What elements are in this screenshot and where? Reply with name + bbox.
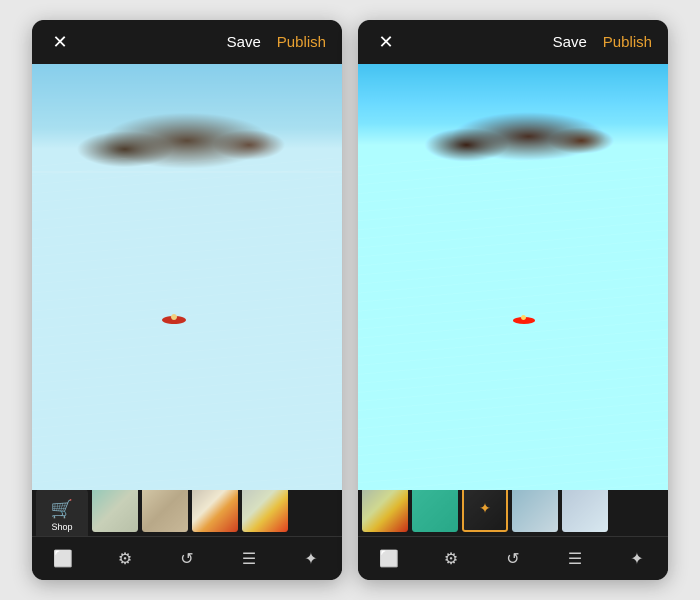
left-kayak: [162, 316, 186, 328]
right-filter-m3[interactable]: M3: [512, 490, 558, 536]
right-menu-button[interactable]: ☰: [555, 539, 595, 579]
right-filter-g3[interactable]: G3: [412, 490, 458, 536]
right-thumb-m3-img: [512, 490, 558, 532]
right-thumb-g3-img: [412, 490, 458, 532]
right-photo-area: [358, 64, 668, 490]
right-close-button[interactable]: ✕: [374, 32, 398, 53]
right-filter-jm1[interactable]: ✦ JM1: [462, 490, 508, 536]
left-water-texture: [32, 158, 342, 490]
right-filter-m5[interactable]: M5: [562, 490, 608, 536]
right-publish-button[interactable]: Publish: [603, 34, 652, 51]
left-actions: Save Publish: [227, 34, 326, 51]
right-kayak: [513, 317, 535, 328]
left-phone: ✕ Save Publish 🛒 Shop —: [32, 20, 342, 580]
left-shop-button[interactable]: 🛒 Shop: [36, 490, 88, 536]
left-bottom-toolbar: ⬜ ⚙ ↺ ☰ ✦: [32, 536, 342, 580]
left-thumb-original-img: [92, 490, 138, 532]
shop-label: Shop: [51, 522, 72, 532]
left-rotate-button[interactable]: ↺: [167, 539, 207, 579]
left-top-bar: ✕ Save Publish: [32, 20, 342, 64]
left-filter-b5[interactable]: B5: [192, 490, 238, 536]
cart-icon: 🛒: [51, 499, 73, 520]
right-photo: [358, 64, 668, 490]
right-top-bar: ✕ Save Publish: [358, 20, 668, 64]
right-bottom-toolbar: ⬜ ⚙ ↺ ☰ ✦: [358, 536, 668, 580]
right-rotate-button[interactable]: ↺: [493, 539, 533, 579]
right-filter-thumbs: C1 G3 ✦ JM1 M3: [358, 490, 668, 536]
right-adjust-button[interactable]: ⚙: [431, 539, 471, 579]
right-frame-button[interactable]: ⬜: [369, 539, 409, 579]
left-close-button[interactable]: ✕: [48, 32, 72, 53]
left-publish-button[interactable]: Publish: [277, 34, 326, 51]
left-filter-original[interactable]: —: [92, 490, 138, 536]
right-filter-c1[interactable]: C1: [362, 490, 408, 536]
right-thumb-jm1-img: ✦: [462, 490, 508, 532]
left-photo-area: [32, 64, 342, 490]
right-thumb-m5-img: [562, 490, 608, 532]
right-thumb-c1-img: [362, 490, 408, 532]
left-thumb-b1-img: [142, 490, 188, 532]
left-thumb-c1-img: [242, 490, 288, 532]
left-star-button[interactable]: ✦: [291, 539, 331, 579]
right-phone: ✕ Save Publish C1 G3: [358, 20, 668, 580]
left-thumb-b5-img: [192, 490, 238, 532]
right-star-button[interactable]: ✦: [617, 539, 657, 579]
left-photo: [32, 64, 342, 490]
left-adjust-button[interactable]: ⚙: [105, 539, 145, 579]
left-filter-thumbs: 🛒 Shop — B1 B5 C1: [32, 490, 342, 536]
left-filter-b1[interactable]: B1: [142, 490, 188, 536]
left-menu-button[interactable]: ☰: [229, 539, 269, 579]
left-save-button[interactable]: Save: [227, 34, 261, 51]
right-actions: Save Publish: [553, 34, 652, 51]
right-save-button[interactable]: Save: [553, 34, 587, 51]
left-frame-button[interactable]: ⬜: [43, 539, 83, 579]
right-filter-strip: C1 G3 ✦ JM1 M3: [358, 490, 668, 580]
left-filter-strip: 🛒 Shop — B1 B5 C1: [32, 490, 342, 580]
left-filter-c1[interactable]: C1: [242, 490, 288, 536]
